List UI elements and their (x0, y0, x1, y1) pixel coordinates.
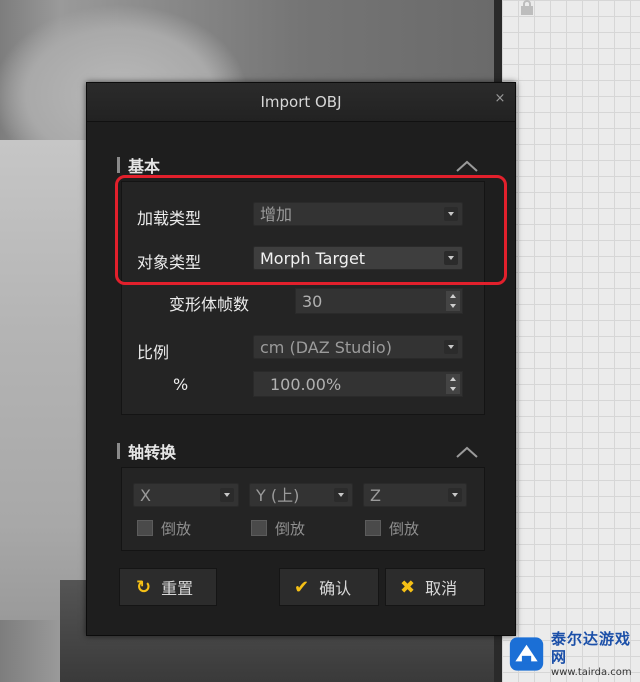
watermark-url: www.tairda.com (551, 666, 632, 678)
chevron-down-icon (448, 488, 462, 502)
section-marker (117, 443, 120, 459)
scale-label: 比例 (137, 343, 170, 362)
invert-y-label: 倒放 (275, 520, 306, 538)
morph-frames-value: 30 (302, 292, 323, 311)
axis-y-dropdown[interactable]: Y (上) (249, 483, 353, 507)
dialog-title: Import OBJ (260, 93, 342, 111)
axis-x-value: X (140, 486, 151, 505)
highlight-annotation (115, 175, 507, 285)
chevron-down-icon (220, 488, 234, 502)
invert-z-checkbox[interactable] (365, 520, 381, 536)
section-marker (117, 157, 120, 173)
spin-down-icon[interactable] (446, 384, 460, 394)
invert-x-label: 倒放 (161, 520, 192, 538)
import-obj-dialog: Import OBJ × 基本 加载类型 增加 对象类型 Morph Targe… (86, 82, 516, 636)
confirm-label: 确认 (319, 579, 352, 598)
axis-section-title: 轴转换 (128, 443, 177, 462)
grid-panel (502, 0, 640, 682)
close-icon: ✖ (400, 576, 416, 598)
watermark-title: 泰尔达游戏网 (551, 629, 632, 666)
chevron-up-icon[interactable] (455, 159, 479, 173)
checkmark-icon: ✔ (294, 576, 310, 598)
axis-z-value: Z (370, 486, 381, 505)
watermark-logo-icon (509, 637, 544, 671)
reset-label: 重置 (161, 579, 194, 598)
basic-section-header[interactable]: 基本 (117, 153, 160, 177)
chevron-down-icon (444, 340, 458, 354)
morph-frames-label: 变形体帧数 (169, 295, 250, 314)
scale-value: cm (DAZ Studio) (260, 338, 392, 357)
spin-up-icon[interactable] (446, 291, 460, 301)
refresh-icon: ↻ (136, 576, 152, 598)
axis-x-dropdown[interactable]: X (133, 483, 239, 507)
axis-y-value: Y (上) (256, 486, 300, 505)
watermark: 泰尔达游戏网 www.tairda.com (508, 630, 640, 678)
morph-frames-spinbox[interactable]: 30 (295, 288, 463, 314)
model-surface (0, 140, 90, 620)
invert-x-checkbox[interactable] (137, 520, 153, 536)
spin-down-icon[interactable] (446, 301, 460, 311)
dialog-titlebar[interactable]: Import OBJ × (87, 83, 515, 122)
lock-icon[interactable] (520, 0, 534, 16)
axis-z-dropdown[interactable]: Z (363, 483, 467, 507)
percent-value: 100.00% (270, 375, 342, 394)
invert-y-checkbox[interactable] (251, 520, 267, 536)
chevron-down-icon (334, 488, 348, 502)
close-button[interactable]: × (493, 92, 507, 106)
confirm-button[interactable]: ✔ 确认 (279, 568, 379, 606)
chevron-up-icon[interactable] (455, 445, 479, 459)
basic-section-title: 基本 (128, 157, 161, 176)
cancel-label: 取消 (425, 579, 458, 598)
reset-button[interactable]: ↻ 重置 (119, 568, 217, 606)
invert-z-label: 倒放 (389, 520, 420, 538)
spin-up-icon[interactable] (446, 374, 460, 384)
cancel-button[interactable]: ✖ 取消 (385, 568, 485, 606)
axis-section-header[interactable]: 轴转换 (117, 439, 176, 463)
percent-spinbox[interactable]: 100.00% (253, 371, 463, 397)
scale-dropdown[interactable]: cm (DAZ Studio) (253, 335, 463, 359)
percent-label: % (173, 375, 189, 394)
